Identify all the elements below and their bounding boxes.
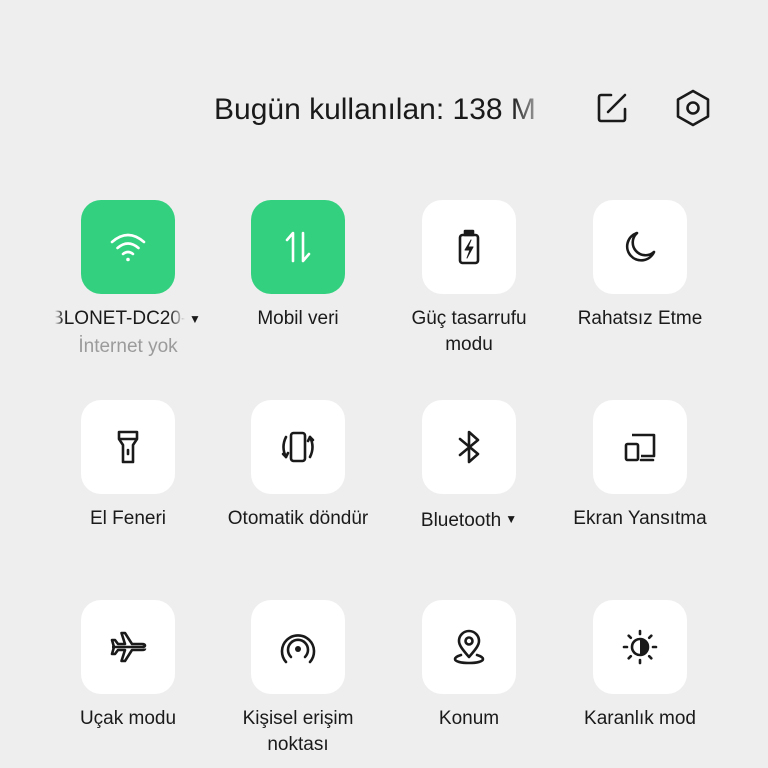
tile-bluetooth[interactable]: Bluetooth ▼ bbox=[384, 400, 554, 534]
battery-saver-toggle[interactable] bbox=[422, 200, 516, 294]
data-usage-text[interactable]: Bugün kullanılan: 138 M bbox=[214, 88, 552, 132]
flashlight-icon bbox=[108, 427, 148, 467]
airplane-icon bbox=[108, 627, 148, 667]
flashlight-label: El Feneri bbox=[89, 508, 167, 529]
auto-rotate-toggle[interactable] bbox=[251, 400, 345, 494]
auto-rotate-icon bbox=[276, 427, 320, 467]
mobile-data-toggle[interactable] bbox=[251, 200, 345, 294]
wifi-status: İnternet yok bbox=[78, 336, 178, 357]
location-icon bbox=[449, 627, 489, 667]
hotspot-icon bbox=[278, 627, 318, 667]
tile-auto-rotate[interactable]: Otomatik döndür bbox=[213, 400, 383, 532]
bluetooth-icon bbox=[449, 427, 489, 467]
location-label: Konum bbox=[438, 708, 500, 729]
wifi-toggle[interactable] bbox=[81, 200, 175, 294]
do-not-disturb-label: Rahatsız Etme bbox=[577, 308, 703, 329]
do-not-disturb-toggle[interactable] bbox=[593, 200, 687, 294]
tile-dark-mode[interactable]: Karanlık mod bbox=[555, 600, 725, 732]
tile-flashlight[interactable]: El Feneri bbox=[43, 400, 213, 532]
mobile-data-icon bbox=[278, 227, 318, 267]
airplane-mode-label: Uçak modu bbox=[79, 708, 177, 729]
screen-cast-icon bbox=[620, 427, 660, 467]
edit-button[interactable] bbox=[590, 86, 634, 130]
settings-button[interactable] bbox=[671, 86, 715, 130]
battery-saver-icon bbox=[449, 227, 489, 267]
hotspot-toggle[interactable] bbox=[251, 600, 345, 694]
quick-settings-panel: Bugün kullanılan: 138 M BLONET-DC20- ▼ İ… bbox=[0, 0, 768, 768]
mobile-data-label: Mobil veri bbox=[257, 308, 339, 329]
tile-battery-saver[interactable]: Güç tasarrufu modu bbox=[384, 200, 554, 358]
airplane-mode-toggle[interactable] bbox=[81, 600, 175, 694]
screen-cast-toggle[interactable] bbox=[593, 400, 687, 494]
dark-mode-label: Karanlık mod bbox=[584, 708, 696, 729]
bluetooth-toggle[interactable] bbox=[422, 400, 516, 494]
moon-icon bbox=[620, 227, 660, 267]
tile-wifi[interactable]: BLONET-DC20- ▼ İnternet yok bbox=[43, 200, 213, 360]
edit-icon bbox=[594, 90, 630, 126]
hotspot-label: Kişisel erişim noktası bbox=[242, 708, 354, 755]
dark-mode-icon bbox=[620, 627, 660, 667]
tile-do-not-disturb[interactable]: Rahatsız Etme bbox=[555, 200, 725, 332]
wifi-icon bbox=[108, 227, 148, 267]
dark-mode-toggle[interactable] bbox=[593, 600, 687, 694]
screen-cast-label: Ekran Yansıtma bbox=[573, 508, 707, 529]
wifi-network-name: BLONET-DC20- bbox=[55, 308, 186, 329]
location-toggle[interactable] bbox=[422, 600, 516, 694]
flashlight-toggle[interactable] bbox=[81, 400, 175, 494]
tile-location[interactable]: Konum bbox=[384, 600, 554, 732]
dropdown-caret-icon[interactable]: ▼ bbox=[189, 312, 201, 326]
bluetooth-label: Bluetooth bbox=[420, 510, 502, 531]
tile-airplane-mode[interactable]: Uçak modu bbox=[43, 600, 213, 732]
auto-rotate-label: Otomatik döndür bbox=[227, 508, 369, 529]
tile-hotspot[interactable]: Kişisel erişim noktası bbox=[213, 600, 383, 758]
tile-screen-cast[interactable]: Ekran Yansıtma bbox=[555, 400, 725, 532]
settings-icon bbox=[673, 88, 713, 128]
dropdown-caret-icon[interactable]: ▼ bbox=[505, 512, 517, 526]
tile-mobile-data[interactable]: Mobil veri bbox=[213, 200, 383, 332]
battery-saver-label: Güç tasarrufu modu bbox=[411, 308, 527, 355]
